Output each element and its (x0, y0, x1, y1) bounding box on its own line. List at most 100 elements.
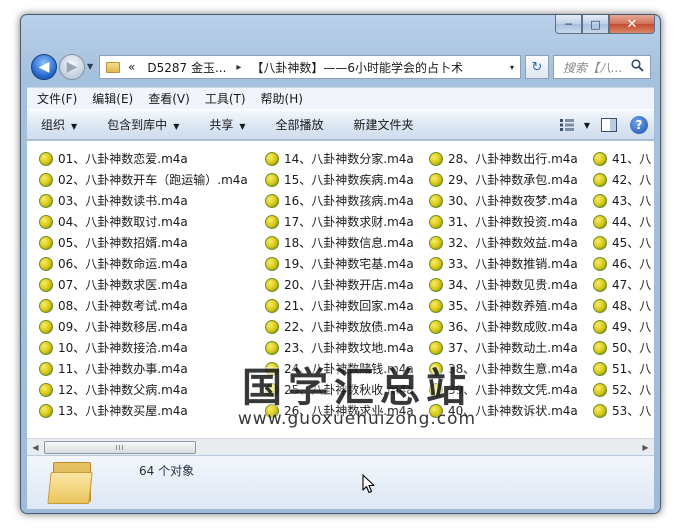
file-name: 20、八卦神数开店.m4a (284, 278, 414, 292)
horizontal-scrollbar[interactable]: ◀ III ▶ (27, 438, 654, 455)
file-column-1: 01、八卦神数恋爱.m4a 02、八卦神数开车（跑运输）.m4a 03、八卦神数… (39, 148, 265, 421)
list-item[interactable]: 08、八卦神数考试.m4a (39, 295, 265, 316)
audio-file-icon (265, 319, 279, 334)
list-item[interactable]: 36、八卦神数成败.m4a (429, 316, 593, 337)
list-item[interactable]: 28、八卦神数出行.m4a (429, 148, 593, 169)
list-item[interactable]: 31、八卦神数投资.m4a (429, 211, 593, 232)
list-item[interactable]: 02、八卦神数开车（跑运输）.m4a (39, 169, 265, 190)
list-item[interactable]: 48、八 (593, 295, 653, 316)
help-icon[interactable]: ? (630, 116, 648, 134)
address-bar[interactable]: « D5287 金玉... ▸ 【八卦神数】——6小时能学会的占卜术 ▾ (99, 55, 521, 79)
list-item[interactable]: 15、八卦神数疾病.m4a (265, 169, 429, 190)
search-input[interactable]: 搜索【八... (553, 55, 651, 79)
new-folder-button[interactable]: 新建文件夹 (354, 116, 414, 133)
menu-tools[interactable]: 工具(T) (205, 90, 246, 107)
list-item[interactable]: 05、八卦神数招婿.m4a (39, 232, 265, 253)
scrollbar-thumb[interactable]: III (44, 441, 196, 454)
recent-pages-dropdown[interactable]: ▼ (87, 62, 93, 71)
file-list[interactable]: 01、八卦神数恋爱.m4a 02、八卦神数开车（跑运输）.m4a 03、八卦神数… (27, 141, 654, 438)
list-item[interactable]: 16、八卦神数孩病.m4a (265, 190, 429, 211)
list-item[interactable]: 50、八 (593, 337, 653, 358)
back-button[interactable]: ◀ (31, 54, 57, 80)
list-item[interactable]: 10、八卦神数接洽.m4a (39, 337, 265, 358)
audio-file-icon (265, 403, 279, 418)
list-item[interactable]: 11、八卦神数办事.m4a (39, 358, 265, 379)
minimize-button[interactable]: ─ (555, 15, 582, 34)
list-item[interactable]: 07、八卦神数求医.m4a (39, 274, 265, 295)
list-item[interactable]: 37、八卦神数动土.m4a (429, 337, 593, 358)
breadcrumb-current[interactable]: 【八卦神数】——6小时能学会的占卜术 (251, 59, 463, 76)
address-overflow[interactable]: « (128, 60, 135, 74)
address-dropdown[interactable]: ▾ (510, 63, 514, 72)
list-item[interactable]: 29、八卦神数承包.m4a (429, 169, 593, 190)
menu-help[interactable]: 帮助(H) (261, 90, 303, 107)
maximize-button[interactable]: □ (582, 15, 609, 34)
list-item[interactable]: 03、八卦神数读书.m4a (39, 190, 265, 211)
preview-pane-icon[interactable] (598, 114, 620, 136)
list-item[interactable]: 06、八卦神数命运.m4a (39, 253, 265, 274)
file-name: 22、八卦神数放债.m4a (284, 320, 414, 334)
list-item[interactable]: 39、八卦神数文凭.m4a (429, 379, 593, 400)
list-item[interactable]: 26、八卦神数求业.m4a (265, 400, 429, 421)
list-item[interactable]: 35、八卦神数养殖.m4a (429, 295, 593, 316)
list-item[interactable]: 53、八 (593, 400, 653, 421)
list-item[interactable]: 38、八卦神数生意.m4a (429, 358, 593, 379)
list-item[interactable]: 12、八卦神数父病.m4a (39, 379, 265, 400)
file-name: 43、八 (612, 194, 652, 208)
list-item[interactable]: 33、八卦神数推销.m4a (429, 253, 593, 274)
audio-file-icon (429, 298, 443, 313)
file-name: 29、八卦神数承包.m4a (448, 173, 578, 187)
list-item[interactable]: 32、八卦神数效益.m4a (429, 232, 593, 253)
menu-file[interactable]: 文件(F) (37, 90, 77, 107)
include-library-button[interactable]: 包含到库中 ▼ (107, 116, 179, 133)
play-all-button[interactable]: 全部播放 (276, 116, 324, 133)
list-item[interactable]: 21、八卦神数回家.m4a (265, 295, 429, 316)
view-dropdown-icon[interactable]: ▼ (584, 121, 590, 130)
scroll-right-icon[interactable]: ▶ (637, 439, 654, 456)
search-icon[interactable] (631, 59, 644, 76)
list-item[interactable]: 17、八卦神数求财.m4a (265, 211, 429, 232)
list-item[interactable]: 47、八 (593, 274, 653, 295)
list-item[interactable]: 01、八卦神数恋爱.m4a (39, 148, 265, 169)
list-item[interactable]: 18、八卦神数信息.m4a (265, 232, 429, 253)
list-item[interactable]: 44、八 (593, 211, 653, 232)
list-item[interactable]: 41、八 (593, 148, 653, 169)
scroll-left-icon[interactable]: ◀ (27, 439, 44, 456)
audio-file-icon (265, 256, 279, 271)
refresh-button[interactable]: ↻ (525, 55, 549, 79)
list-item[interactable]: 34、八卦神数见贵.m4a (429, 274, 593, 295)
organize-button[interactable]: 组织 ▼ (41, 116, 77, 133)
forward-button[interactable]: ▶ (59, 54, 85, 80)
list-item[interactable]: 51、八 (593, 358, 653, 379)
list-item[interactable]: 23、八卦神数坟地.m4a (265, 337, 429, 358)
breadcrumb-parent[interactable]: D5287 金玉... (147, 59, 226, 76)
list-item[interactable]: 22、八卦神数放债.m4a (265, 316, 429, 337)
list-item[interactable]: 09、八卦神数移居.m4a (39, 316, 265, 337)
share-button[interactable]: 共享 ▼ (209, 116, 245, 133)
list-item[interactable]: 14、八卦神数分家.m4a (265, 148, 429, 169)
file-name: 45、八 (612, 236, 652, 250)
list-item[interactable]: 20、八卦神数开店.m4a (265, 274, 429, 295)
list-item[interactable]: 52、八 (593, 379, 653, 400)
list-item[interactable]: 24、八卦神数赌钱.m4a (265, 358, 429, 379)
menu-edit[interactable]: 编辑(E) (92, 90, 133, 107)
list-item[interactable]: 25、八卦神数秋收.m4a (265, 379, 429, 400)
list-item[interactable]: 46、八 (593, 253, 653, 274)
close-button[interactable]: ✕ (609, 15, 655, 34)
audio-file-icon (429, 151, 443, 166)
audio-file-icon (593, 193, 607, 208)
list-item[interactable]: 04、八卦神数取讨.m4a (39, 211, 265, 232)
view-options-icon[interactable] (556, 114, 578, 136)
file-name: 33、八卦神数推销.m4a (448, 257, 578, 271)
list-item[interactable]: 49、八 (593, 316, 653, 337)
list-item[interactable]: 13、八卦神数买屋.m4a (39, 400, 265, 421)
list-item[interactable]: 19、八卦神数宅基.m4a (265, 253, 429, 274)
list-item[interactable]: 43、八 (593, 190, 653, 211)
menu-view[interactable]: 查看(V) (148, 90, 190, 107)
list-item[interactable]: 45、八 (593, 232, 653, 253)
list-item[interactable]: 42、八 (593, 169, 653, 190)
list-item[interactable]: 40、八卦神数诉状.m4a (429, 400, 593, 421)
audio-file-icon (39, 151, 53, 166)
list-item[interactable]: 30、八卦神数夜梦.m4a (429, 190, 593, 211)
breadcrumb-separator[interactable]: ▸ (236, 62, 241, 73)
